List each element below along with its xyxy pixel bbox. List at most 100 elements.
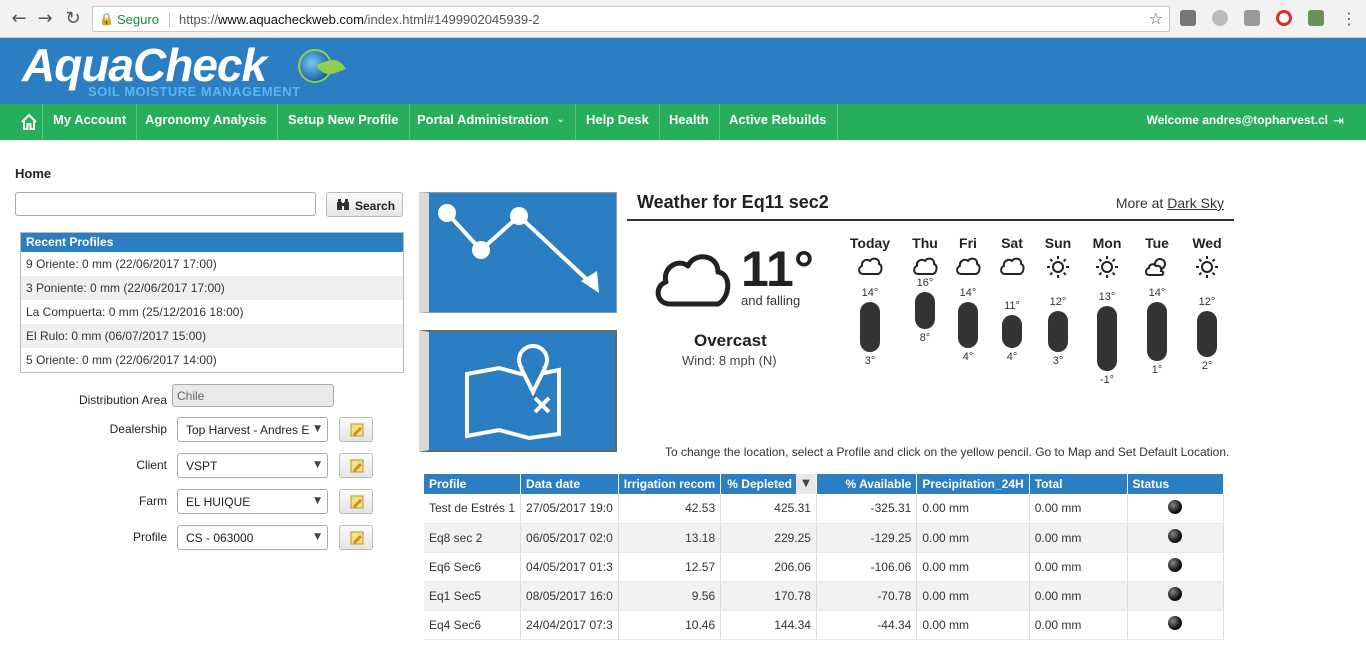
opera-icon[interactable] <box>1276 10 1292 26</box>
table-row[interactable]: Eq4 Sec6 24/04/2017 07:3 10.46 144.34 -44.34… <box>424 610 1224 640</box>
nav-portal-administration[interactable]: Portal Administration ⌄ <box>407 104 576 140</box>
forecast-low: 3° <box>1052 355 1064 368</box>
column-header-precipitation[interactable]: Precipitation_24H <box>916 474 1030 494</box>
search-button[interactable]: Search <box>326 192 403 217</box>
weather-more: More at Dark Sky <box>1116 195 1224 211</box>
profile-select[interactable]: CS - 063000 ▼ <box>177 525 328 550</box>
pencil-icon <box>350 495 364 509</box>
table-row[interactable]: Test de Estrés 1 27/05/2017 19:0 42.53 425.… <box>424 494 1224 524</box>
nav-health[interactable]: Health <box>659 104 720 140</box>
forecast-day: Wed <box>1182 235 1232 279</box>
cell-depleted: 229.25 <box>720 523 817 553</box>
forecast-day: Mon <box>1082 235 1132 279</box>
extension-icon[interactable] <box>1180 10 1196 26</box>
client-select[interactable]: VSPT ▼ <box>177 453 328 478</box>
forecast-high: 11° <box>1004 300 1020 313</box>
weather-title: Weather for Eq11 sec2 <box>637 192 829 212</box>
browser-toolbar: ← → ↻ 🔒 Seguro https://www.aquacheckweb.… <box>0 0 1366 38</box>
bookmark-star-icon[interactable]: ☆ <box>1149 9 1163 28</box>
column-header-depleted-label: % Depleted <box>727 477 792 491</box>
cell-precipitation: 0.00 mm <box>916 581 1030 611</box>
dealership-select-value: Top Harvest - Andres E <box>186 423 310 437</box>
recent-profile-item[interactable]: 9 Oriente: 0 mm (22/06/2017 17:00) <box>21 252 403 276</box>
nav-help-desk[interactable]: Help Desk <box>576 104 660 140</box>
nav-setup-new-profile[interactable]: Setup New Profile <box>278 104 410 140</box>
cloud-icon <box>913 257 938 275</box>
back-icon[interactable]: ← <box>8 8 30 30</box>
drive-icon[interactable] <box>1212 10 1228 26</box>
cell-status <box>1127 552 1224 582</box>
nav-my-account[interactable]: My Account <box>42 104 138 140</box>
column-header-profile[interactable]: Profile <box>424 474 522 494</box>
reload-icon[interactable]: ↻ <box>62 8 84 30</box>
forecast-low: 1° <box>1151 364 1163 377</box>
pencil-icon <box>350 531 364 545</box>
cloud-icon <box>655 254 731 307</box>
forecast-day-name: Mon <box>1092 235 1122 251</box>
forecast-high: 14° <box>959 286 977 299</box>
cloud-icon <box>956 257 981 275</box>
farm-label: Farm <box>139 494 167 508</box>
column-header-status[interactable]: Status <box>1127 474 1224 494</box>
home-icon[interactable] <box>20 113 38 131</box>
nav-agronomy-analysis[interactable]: Agronomy Analysis <box>135 104 278 140</box>
address-bar[interactable]: 🔒 Seguro https://www.aquacheckweb.com/in… <box>92 6 1170 32</box>
farm-select[interactable]: EL HUIQUE ▼ <box>177 489 328 514</box>
forward-icon[interactable]: → <box>34 8 56 30</box>
recent-profile-item[interactable]: La Compuerta: 0 mm (25/12/2016 18:00) <box>21 300 403 324</box>
profile-edit-button[interactable] <box>339 525 373 550</box>
logout-icon[interactable]: ⇥ <box>1333 114 1344 129</box>
recent-profile-item[interactable]: El Rulo: 0 mm (06/07/2017 15:00) <box>21 324 403 348</box>
dealership-label: Dealership <box>109 422 167 436</box>
dark-sky-link[interactable]: Dark Sky <box>1167 195 1224 211</box>
cell-profile: Eq8 sec 2 <box>424 523 522 553</box>
recent-profile-item[interactable]: 5 Oriente: 0 mm (22/06/2017 14:00) <box>21 348 403 372</box>
distribution-area-label: Distribution Area <box>78 393 167 407</box>
sun-icon <box>1047 256 1069 278</box>
column-header-depleted[interactable]: % Depleted ▼ <box>720 474 817 494</box>
forecast-day-name: Wed <box>1192 235 1222 251</box>
url-text[interactable]: https://www.aquacheckweb.com/index.html#… <box>179 12 540 27</box>
recent-profile-item[interactable]: 3 Poniente: 0 mm (22/06/2017 17:00) <box>21 276 403 300</box>
dealership-select[interactable]: Top Harvest - Andres E ▼ <box>177 417 328 442</box>
dealership-edit-button[interactable] <box>339 417 373 442</box>
menu-icon[interactable]: ⋮ <box>1338 8 1360 30</box>
column-header-data-date[interactable]: Data date <box>520 474 619 494</box>
client-edit-button[interactable] <box>339 453 373 478</box>
cloud-icon <box>1000 257 1025 275</box>
agronomy-graph-tile[interactable] <box>419 192 617 313</box>
forecast-low: 8° <box>919 332 931 345</box>
map-tile[interactable] <box>419 330 617 452</box>
chevron-down-icon: ⌄ <box>556 114 565 125</box>
cell-precipitation: 0.00 mm <box>916 552 1030 582</box>
table-row[interactable]: Eq1 Sec5 08/05/2017 16:0 9.56 170.78 -70.78 0… <box>424 581 1224 611</box>
forecast-day-name: Fri <box>959 235 977 251</box>
table-header-row: Profile Data date Irrigation recom % Dep… <box>424 474 1224 494</box>
cell-total: 0.00 mm <box>1029 523 1128 553</box>
address-separator <box>169 12 170 28</box>
sort-desc-icon[interactable]: ▼ <box>795 474 816 494</box>
cell-available: -106.06 <box>816 552 918 582</box>
search-input[interactable] <box>15 192 316 216</box>
column-header-available[interactable]: % Available <box>816 474 918 494</box>
image-extension-icon[interactable] <box>1308 10 1324 26</box>
cell-total: 0.00 mm <box>1029 610 1128 640</box>
nav-active-rebuilds[interactable]: Active Rebuilds <box>719 104 838 140</box>
column-header-irrigation[interactable]: Irrigation recom <box>618 474 722 494</box>
cell-profile: Eq6 Sec6 <box>424 552 522 582</box>
recent-profiles-panel: Recent Profiles 9 Oriente: 0 mm (22/06/2… <box>20 232 404 373</box>
dropbox-icon[interactable] <box>1244 10 1260 26</box>
table-row[interactable]: Eq6 Sec6 04/05/2017 01:3 12.57 206.06 -106.0… <box>424 552 1224 582</box>
forecast-temp-bar <box>1002 315 1022 348</box>
cell-available: -129.25 <box>816 523 918 553</box>
cell-status <box>1127 494 1224 524</box>
binoculars-icon <box>337 199 349 210</box>
forecast-high: 13° <box>1098 291 1116 304</box>
table-row[interactable]: Eq8 sec 2 06/05/2017 02:0 13.18 229.25 -129.… <box>424 523 1224 553</box>
weather-more-prefix: More at <box>1115 195 1164 211</box>
farm-edit-button[interactable] <box>339 489 373 514</box>
current-wind: Wind: 8 mph (N) <box>682 353 777 368</box>
column-header-total[interactable]: Total <box>1029 474 1128 494</box>
cell-depleted: 206.06 <box>720 552 817 582</box>
welcome-text: Welcome andres@topharvest.cl <box>1146 113 1328 127</box>
